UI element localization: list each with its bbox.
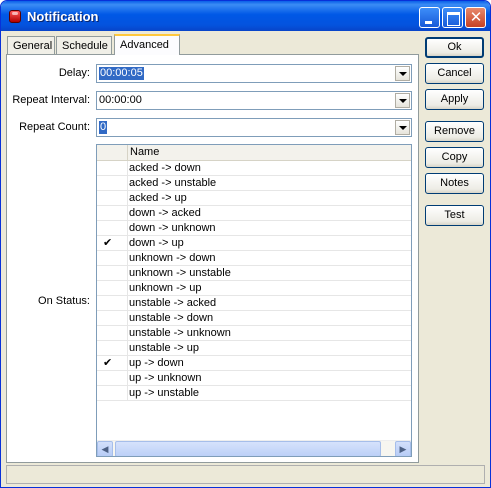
list-item-name: unknown -> unstable	[129, 267, 231, 279]
list-item[interactable]: unstable -> down	[97, 311, 411, 326]
test-button[interactable]: Test	[425, 205, 484, 226]
list-item-name: unstable -> unknown	[129, 327, 231, 339]
list-item-name: down -> up	[129, 237, 184, 249]
list-item[interactable]: acked -> down	[97, 161, 411, 176]
list-item[interactable]: ✔ up -> down	[97, 356, 411, 371]
checkbox-cell[interactable]	[97, 386, 128, 400]
scrollbar-thumb[interactable]	[115, 441, 381, 456]
list-rows: acked -> down acked -> unstable acked -> u…	[97, 161, 411, 401]
list-item-name: unknown -> up	[129, 282, 202, 294]
list-item[interactable]: unstable -> up	[97, 341, 411, 356]
list-item-name: unstable -> down	[129, 312, 214, 324]
list-item[interactable]: acked -> unstable	[97, 176, 411, 191]
checkbox-cell[interactable]	[97, 191, 128, 205]
checkbox-cell[interactable]	[97, 371, 128, 385]
list-item[interactable]: unstable -> unknown	[97, 326, 411, 341]
list-item[interactable]: unstable -> acked	[97, 296, 411, 311]
close-button[interactable]: ✕	[465, 7, 486, 28]
chevron-down-icon[interactable]	[395, 120, 410, 135]
list-item-name: acked -> down	[129, 162, 201, 174]
list-item[interactable]: acked -> up	[97, 191, 411, 206]
checkbox-column-header[interactable]	[97, 145, 128, 160]
notes-button[interactable]: Notes	[425, 173, 484, 194]
checkbox-cell[interactable]	[97, 296, 128, 310]
checkbox-cell[interactable]	[97, 206, 128, 220]
remove-button[interactable]: Remove	[425, 121, 484, 142]
repeat-interval-value[interactable]: 00:00:00	[99, 94, 142, 107]
maximize-button[interactable]	[442, 7, 463, 28]
list-item[interactable]: unknown -> down	[97, 251, 411, 266]
repeat-count-label: Repeat Count:	[19, 121, 90, 133]
on-status-list[interactable]: Name acked -> down acked -> unstable acked…	[96, 144, 412, 457]
list-item-name: down -> unknown	[129, 222, 216, 234]
checkbox-cell[interactable]	[97, 161, 128, 175]
checkbox-cell[interactable]	[97, 221, 128, 235]
list-item[interactable]: up -> unstable	[97, 386, 411, 401]
tab-schedule[interactable]: Schedule	[56, 36, 112, 54]
checkbox-cell[interactable]	[97, 251, 128, 265]
list-item-name: acked -> up	[129, 192, 187, 204]
checkbox-cell[interactable]	[97, 281, 128, 295]
list-item-name: unknown -> down	[129, 252, 216, 264]
list-item[interactable]: up -> unknown	[97, 371, 411, 386]
list-header: Name	[97, 145, 411, 161]
checkbox-cell[interactable]: ✔	[97, 356, 128, 370]
chevron-down-icon[interactable]	[395, 93, 410, 108]
on-status-label: On Status:	[38, 295, 90, 307]
horizontal-scrollbar[interactable]: ◀ ▶	[97, 440, 411, 456]
notification-window: Notification ✕ General Schedule Advanced…	[0, 0, 491, 488]
checkmark-icon: ✔	[103, 237, 113, 249]
window-title: Notification	[27, 9, 99, 24]
repeat-interval-label: Repeat Interval:	[12, 94, 90, 106]
ok-button[interactable]: Ok	[425, 37, 484, 58]
scroll-left-icon[interactable]: ◀	[97, 441, 113, 456]
copy-button[interactable]: Copy	[425, 147, 484, 168]
list-item-name: unstable -> acked	[129, 297, 217, 309]
minimize-button[interactable]	[419, 7, 440, 28]
repeat-interval-combobox[interactable]: 00:00:00	[96, 91, 412, 110]
list-item[interactable]: unknown -> up	[97, 281, 411, 296]
checkbox-cell[interactable]	[97, 266, 128, 280]
advanced-panel: Delay: 00:00:05 Repeat Interval: 00:00:0…	[6, 54, 419, 463]
repeat-count-value[interactable]: 0	[99, 121, 108, 134]
list-item-name: acked -> unstable	[129, 177, 217, 189]
cancel-button[interactable]: Cancel	[425, 63, 484, 84]
checkbox-cell[interactable]: ✔	[97, 236, 128, 250]
checkbox-cell[interactable]	[97, 311, 128, 325]
checkmark-icon: ✔	[103, 357, 113, 369]
delay-label: Delay:	[58, 67, 90, 79]
repeat-count-combobox[interactable]: 0	[96, 118, 412, 137]
checkbox-cell[interactable]	[97, 326, 128, 340]
checkbox-cell[interactable]	[97, 341, 128, 355]
delay-combobox[interactable]: 00:00:05	[96, 64, 412, 83]
tab-advanced[interactable]: Advanced	[114, 34, 180, 55]
list-item[interactable]: ✔ down -> up	[97, 236, 411, 251]
close-icon: ✕	[469, 9, 483, 26]
app-icon	[9, 10, 21, 23]
status-bar	[6, 465, 485, 484]
list-item[interactable]: down -> acked	[97, 206, 411, 221]
title-bar[interactable]: Notification ✕	[1, 1, 490, 31]
list-item-name: up -> unknown	[129, 372, 202, 384]
apply-button[interactable]: Apply	[425, 89, 484, 110]
delay-value[interactable]: 00:00:05	[99, 67, 144, 80]
tab-general[interactable]: General	[7, 36, 55, 54]
list-item[interactable]: down -> unknown	[97, 221, 411, 236]
list-item-name: down -> acked	[129, 207, 201, 219]
checkbox-cell[interactable]	[97, 176, 128, 190]
list-item-name: up -> unstable	[129, 387, 200, 399]
scroll-right-icon[interactable]: ▶	[395, 441, 411, 456]
chevron-down-icon[interactable]	[395, 66, 410, 81]
list-item[interactable]: unknown -> unstable	[97, 266, 411, 281]
list-item-name: up -> down	[129, 357, 184, 369]
list-item-name: unstable -> up	[129, 342, 200, 354]
name-column-header[interactable]: Name	[130, 146, 159, 158]
